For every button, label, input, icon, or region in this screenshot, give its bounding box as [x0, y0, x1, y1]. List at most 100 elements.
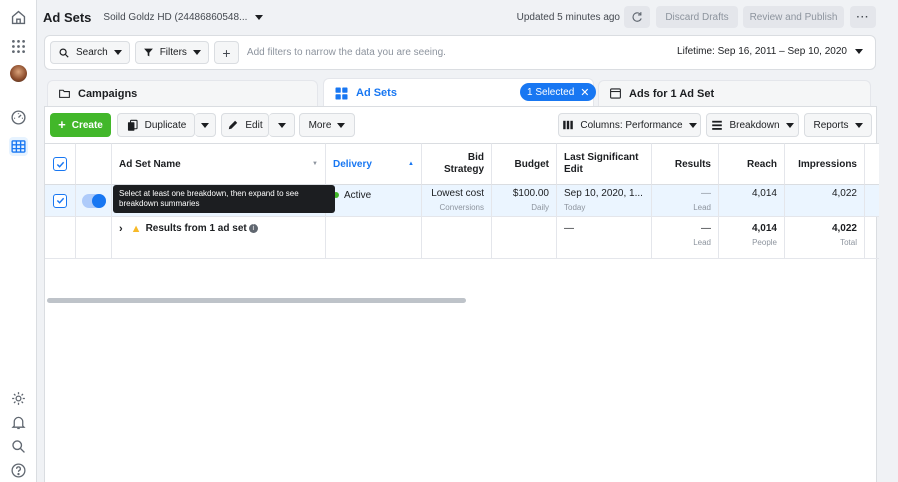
create-button[interactable]: + Create: [50, 113, 111, 137]
help-question-icon[interactable]: [9, 461, 28, 480]
row-reach-cell: 4,014: [719, 185, 785, 217]
column-header-delivery[interactable]: Delivery ▲: [326, 143, 422, 185]
last-edit-sub: Today: [564, 203, 586, 212]
info-icon[interactable]: i: [248, 224, 258, 233]
summary-empty-cell: [422, 217, 492, 259]
create-label: Create: [71, 119, 103, 131]
summary-impressions-cell: 4,022 Total: [785, 217, 865, 259]
left-navigation-rail: [0, 0, 37, 482]
chevron-down-icon: [113, 50, 122, 55]
tab-campaigns[interactable]: Campaigns: [47, 80, 318, 106]
search-label: Search: [76, 47, 108, 58]
more-options-button[interactable]: ···: [850, 6, 876, 28]
sort-icon: ▼: [312, 161, 318, 167]
column-header-reach[interactable]: Reach: [719, 143, 785, 185]
row-checkbox[interactable]: [53, 193, 67, 208]
summary-reach-cell: 4,014 People: [719, 217, 785, 259]
account-selector[interactable]: Soild Goldz HD (24486860548...: [103, 11, 264, 23]
summary-empty-cell: [326, 217, 422, 259]
avatar[interactable]: [9, 64, 28, 83]
search-icon[interactable]: [9, 437, 28, 456]
check-icon: [56, 161, 64, 168]
summary-last-edit-cell: —: [557, 217, 652, 259]
notifications-bell-icon[interactable]: [9, 413, 28, 432]
column-header-last-significant-edit[interactable]: Last Significant Edit: [557, 143, 652, 185]
columns-button[interactable]: Columns: Performance: [558, 113, 701, 137]
row-delivery-cell: Active: [326, 185, 422, 217]
duplicate-dropdown-button[interactable]: [195, 113, 216, 137]
selected-count-badge[interactable]: 1 Selected ✕: [520, 83, 597, 101]
pencil-icon: [229, 120, 238, 130]
chevron-down-icon: [255, 14, 264, 20]
reach-value: 4,014: [751, 188, 777, 199]
row-checkbox-cell[interactable]: [45, 185, 76, 217]
summary-empty-cell: [76, 217, 112, 259]
column-header-label: Reach: [746, 158, 777, 170]
summary-name-cell[interactable]: › ▲ Results from 1 ad set i: [112, 217, 326, 259]
duplicate-button[interactable]: Duplicate: [117, 113, 195, 137]
home-icon[interactable]: [9, 8, 28, 27]
settings-gear-icon[interactable]: [9, 389, 28, 408]
column-header-label: Results: [674, 158, 711, 170]
summary-reach-value: 4,014: [751, 223, 777, 234]
column-header-label: Bid Strategy: [443, 152, 484, 175]
bid-strategy-sub: Conversions: [439, 203, 484, 212]
chevron-down-icon: [192, 50, 201, 55]
date-range-selector[interactable]: Lifetime: Sep 16, 2011 – Sep 10, 2020: [677, 46, 863, 57]
review-and-publish-button[interactable]: Review and Publish: [743, 6, 844, 28]
tab-ads[interactable]: Ads for 1 Ad Set: [598, 80, 871, 106]
column-header-bid-strategy[interactable]: Bid Strategy: [422, 143, 492, 185]
ad-preview-icon: [610, 88, 621, 99]
more-label: More: [308, 119, 332, 131]
summary-label: Results from 1 ad set: [145, 223, 247, 234]
summary-spacer-cell: [865, 217, 879, 259]
add-filter-button[interactable]: +: [213, 41, 239, 64]
duplicate-label: Duplicate: [144, 119, 187, 131]
ad-set-on-off-toggle[interactable]: [82, 194, 106, 208]
apps-grid-icon[interactable]: [9, 37, 28, 56]
horizontal-scrollbar[interactable]: [47, 298, 466, 303]
duplicate-icon: [127, 119, 138, 131]
reports-button[interactable]: Reports: [804, 113, 872, 137]
row-results-cell: — Lead: [652, 185, 719, 217]
filters-label: Filters: [159, 47, 187, 58]
breakdown-button[interactable]: Breakdown: [706, 113, 799, 137]
ad-sets-panel: + Create Duplicate Edit More Columns: Pe…: [44, 106, 879, 482]
chevron-down-icon: [785, 122, 794, 128]
tab-ads-label: Ads for 1 Ad Set: [629, 87, 715, 100]
delivery-status: Active: [344, 190, 372, 201]
row-toggle-cell: [76, 185, 112, 217]
edit-button[interactable]: Edit: [221, 113, 269, 137]
column-header-label: Delivery: [333, 158, 372, 170]
more-button[interactable]: More: [299, 113, 355, 137]
select-all-checkbox[interactable]: [53, 157, 67, 171]
column-header-label: Impressions: [798, 158, 857, 170]
last-updated-text: Updated 5 minutes ago: [516, 12, 620, 23]
search-button[interactable]: Search: [50, 41, 130, 64]
select-all-column-header[interactable]: [45, 143, 76, 185]
refresh-button[interactable]: [624, 6, 650, 28]
columns-icon: [563, 120, 574, 130]
row-budget-cell: $100.00 Daily: [492, 185, 557, 217]
bid-strategy-value: Lowest cost: [431, 188, 484, 199]
column-header-ad-set-name[interactable]: Ad Set Name ▼: [112, 143, 326, 185]
row-last-edit-cell: Sep 10, 2020, 1... Today: [557, 185, 652, 217]
edit-dropdown-button[interactable]: [269, 113, 295, 137]
ads-manager-table-icon[interactable]: [9, 137, 28, 156]
last-edit-value: Sep 10, 2020, 1...: [564, 188, 643, 199]
filter-hint-input[interactable]: Add filters to narrow the data you are s…: [247, 47, 446, 58]
refresh-icon: [632, 12, 642, 22]
breakdown-label: Breakdown: [729, 119, 780, 131]
column-header-budget[interactable]: Budget: [492, 143, 557, 185]
column-header-results[interactable]: Results: [652, 143, 719, 185]
breakdown-icon: [712, 120, 723, 130]
filters-button[interactable]: Filters: [134, 41, 209, 64]
account-name: Soild Goldz HD (24486860548...: [103, 11, 248, 23]
filter-funnel-icon: [143, 48, 153, 57]
column-header-impressions[interactable]: Impressions: [785, 143, 865, 185]
chevron-right-icon[interactable]: ›: [119, 223, 123, 235]
results-value: —: [701, 188, 711, 199]
dashboard-gauge-icon[interactable]: [9, 108, 28, 127]
discard-drafts-button[interactable]: Discard Drafts: [656, 6, 738, 28]
close-icon[interactable]: ✕: [580, 86, 589, 99]
